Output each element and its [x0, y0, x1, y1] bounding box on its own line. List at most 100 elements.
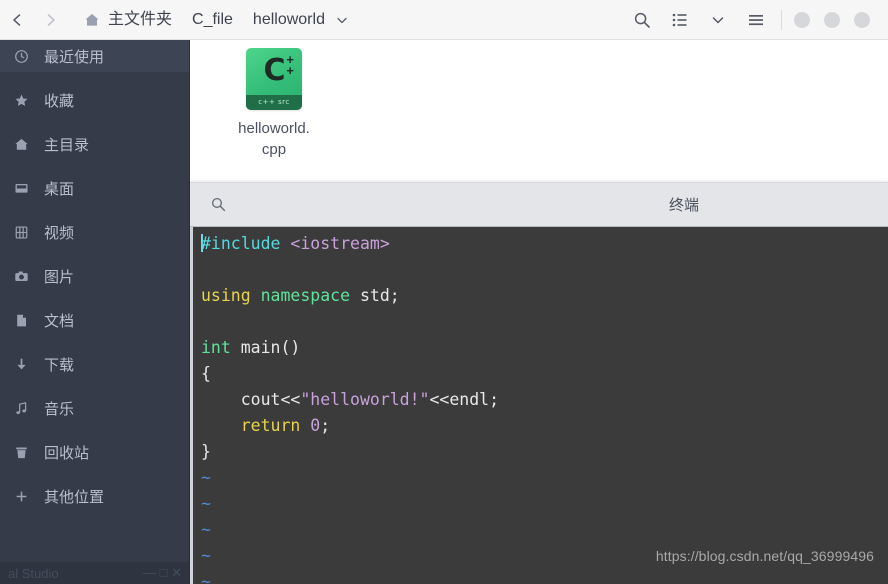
sidebar-item-other-locations[interactable]: 其他位置 — [0, 480, 189, 512]
code-token: { — [201, 364, 211, 383]
code-line: ~ — [201, 569, 888, 584]
code-line: #include <iostream> — [201, 231, 888, 257]
breadcrumb-label: 主文件夹 — [108, 10, 173, 28]
camera-icon — [14, 269, 36, 284]
code-token: using — [201, 286, 251, 305]
breadcrumb: 主文件夹 C_file helloworld — [74, 0, 359, 40]
terminal-body[interactable]: #include <iostream> using namespace std;… — [190, 227, 888, 584]
file-manager-window: 主文件夹 C_file helloworld 最近使用 收藏 主目录 桌面 视频… — [0, 0, 888, 584]
code-line: cout<<"helloworld!"<<endl; — [201, 387, 888, 413]
code-token: std; — [350, 286, 400, 305]
file-item-label: helloworld. cpp — [238, 118, 310, 160]
plus-icon — [14, 489, 36, 504]
toolbar-divider — [781, 9, 782, 30]
code-line: ~ — [201, 517, 888, 543]
background-window-buttons: — □ ✕ — [143, 565, 182, 580]
hamburger-menu-icon[interactable] — [737, 0, 775, 40]
header-toolbar — [623, 0, 888, 40]
terminal-window: 终端 #include <iostream> using namespace s… — [190, 182, 888, 584]
code-line: int main() — [201, 335, 888, 361]
sidebar-item-favorites[interactable]: 收藏 — [0, 84, 189, 116]
breadcrumb-item-cfile[interactable]: C_file — [182, 0, 243, 40]
code-token: <iostream> — [290, 234, 390, 253]
terminal-code: #include <iostream> using namespace std;… — [193, 227, 888, 584]
code-token: <<endl; — [429, 390, 500, 409]
download-icon — [14, 357, 36, 372]
code-token: ~ — [201, 468, 211, 487]
close-button[interactable] — [854, 11, 870, 28]
breadcrumb-label: C_file — [192, 10, 233, 28]
code-token: namespace — [260, 286, 351, 305]
sidebar: 最近使用 收藏 主目录 桌面 视频 图片 文档 下载 音乐 回收站 其他位置 a… — [0, 40, 190, 584]
sidebar-item-trash[interactable]: 回收站 — [0, 436, 189, 468]
terminal-header: 终端 — [190, 182, 888, 227]
code-token: ~ — [201, 520, 211, 539]
sidebar-item-label: 其他位置 — [44, 488, 105, 506]
window-controls — [788, 11, 884, 28]
code-token: main() — [230, 338, 301, 357]
search-icon[interactable] — [623, 0, 661, 40]
sidebar-item-label: 下载 — [44, 356, 75, 374]
code-token: "helloworld!" — [300, 390, 430, 409]
code-line: ~ — [201, 491, 888, 517]
code-token: cout<< — [201, 390, 301, 409]
home-icon — [84, 12, 100, 28]
code-token: ~ — [201, 546, 211, 565]
code-line: using namespace std; — [201, 283, 888, 309]
maximize-button[interactable] — [824, 11, 840, 28]
document-icon — [14, 313, 36, 328]
search-icon[interactable] — [210, 196, 227, 213]
view-options-chevron-down-icon[interactable] — [699, 0, 737, 40]
code-token: } — [201, 442, 211, 461]
sidebar-item-downloads[interactable]: 下载 — [0, 348, 189, 380]
sidebar-item-label: 桌面 — [44, 180, 75, 198]
sidebar-item-label: 收藏 — [44, 92, 75, 110]
code-line: { — [201, 361, 888, 387]
forward-button[interactable] — [34, 0, 68, 40]
film-icon — [14, 225, 36, 240]
back-button[interactable] — [0, 0, 34, 40]
minimize-button[interactable] — [794, 11, 810, 28]
sidebar-item-home[interactable]: 主目录 — [0, 128, 189, 160]
sidebar-item-label: 文档 — [44, 312, 75, 330]
code-token: #include — [201, 234, 281, 253]
screen: linux 内核 学校 子系统 vim Google Chrome扩展程序 4K… — [0, 0, 888, 584]
sidebar-item-videos[interactable]: 视频 — [0, 216, 189, 248]
file-name-line1: helloworld. — [238, 120, 310, 137]
sidebar-item-documents[interactable]: 文档 — [0, 304, 189, 336]
desktop-icon — [14, 181, 36, 196]
clock-icon — [14, 49, 36, 64]
breadcrumb-item-helloworld[interactable]: helloworld — [243, 0, 359, 40]
sidebar-item-recent[interactable]: 最近使用 — [0, 40, 189, 72]
code-token: int — [201, 338, 231, 357]
file-name-line2: cpp — [261, 141, 287, 158]
sidebar-item-label: 图片 — [44, 268, 75, 286]
code-token: ~ — [201, 572, 211, 584]
sidebar-item-label: 回收站 — [44, 444, 90, 462]
cpp-icon-badge: c++ src — [246, 95, 302, 110]
trash-icon — [14, 445, 36, 460]
sidebar-item-label: 最近使用 — [44, 48, 105, 66]
breadcrumb-item-home[interactable]: 主文件夹 — [74, 0, 182, 40]
sidebar-item-pictures[interactable]: 图片 — [0, 260, 189, 292]
sidebar-item-label: 音乐 — [44, 400, 75, 418]
file-item-helloworld-cpp[interactable]: C + + c++ src helloworld. cpp — [214, 48, 334, 160]
code-token: 0 — [310, 416, 321, 435]
code-token: return — [240, 416, 301, 435]
terminal-title: 终端 — [668, 197, 699, 214]
background-window-titlebar: al Studio — □ ✕ — [0, 562, 190, 584]
list-view-icon[interactable] — [661, 0, 699, 40]
star-icon — [14, 93, 36, 108]
file-manager-header: 主文件夹 C_file helloworld — [0, 0, 888, 40]
code-line: return 0; — [201, 413, 888, 439]
sidebar-item-desktop[interactable]: 桌面 — [0, 172, 189, 204]
sidebar-item-music[interactable]: 音乐 — [0, 392, 189, 424]
music-icon — [14, 401, 36, 416]
cpp-icon-plus-signs: + + — [286, 52, 294, 78]
chevron-down-icon[interactable] — [325, 13, 349, 27]
